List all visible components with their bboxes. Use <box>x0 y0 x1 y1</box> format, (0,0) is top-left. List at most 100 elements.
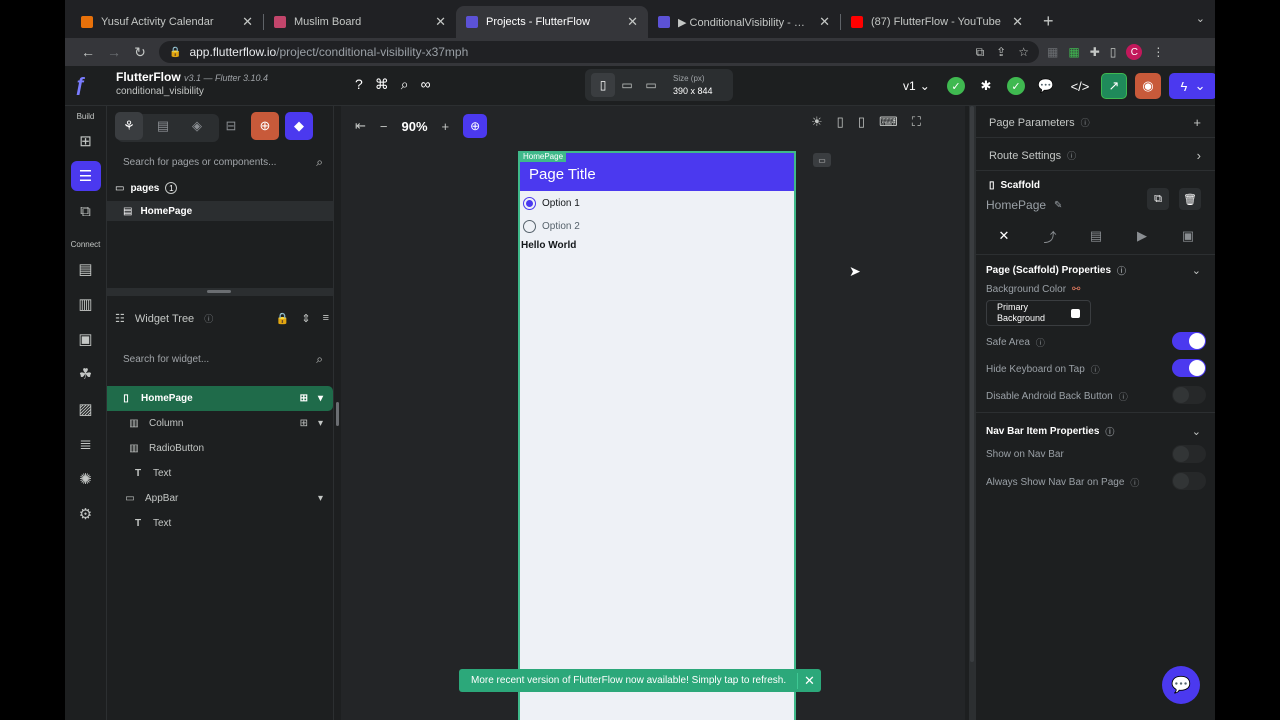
page-selector-icon[interactable]: ☰ <box>70 161 101 191</box>
close-icon[interactable]: ✕ <box>435 14 446 30</box>
chevron-down-icon[interactable]: ⌄ <box>1196 12 1205 25</box>
copy-icon[interactable]: ⧉ <box>1147 188 1169 210</box>
hello-text[interactable]: Hello World <box>520 240 794 251</box>
branch-select[interactable]: v1 ⌄ <box>903 79 939 93</box>
keyboard-icon[interactable]: ⌨ <box>879 114 898 130</box>
tree-node-text[interactable]: T Text <box>107 461 333 486</box>
widget-palette-icon[interactable]: ⊞ <box>71 126 101 156</box>
open-external-icon[interactable]: ⧉ <box>976 45 985 60</box>
page-title[interactable]: Page Title <box>529 166 596 183</box>
route-settings-row[interactable]: Route Settings ⓘ › <box>989 148 1201 163</box>
extension-icon[interactable]: ▦ <box>1047 45 1058 59</box>
actions-tab-icon[interactable]: ⤴ <box>1036 224 1064 248</box>
forward-icon[interactable]: → <box>101 44 127 60</box>
check-icon[interactable]: ✓ <box>947 77 965 95</box>
browser-tab[interactable]: (87) FlutterFlow - YouTube ✕ <box>841 6 1033 38</box>
always-nav-toggle[interactable] <box>1172 472 1206 490</box>
add-widget-icon[interactable]: ⊞ <box>300 393 308 404</box>
page-parameters-row[interactable]: Page Parameters ⓘ + <box>989 115 1201 130</box>
browser-tab[interactable]: ▶ ConditionalVisibility - Flutterflow ✕ <box>648 6 840 38</box>
bug-icon[interactable]: ✱ <box>973 73 999 99</box>
close-icon[interactable]: ✕ <box>242 14 253 30</box>
sidebar-icon[interactable]: ▯ <box>1110 45 1117 59</box>
close-icon[interactable]: ✕ <box>627 14 638 30</box>
close-icon[interactable]: ✕ <box>819 14 830 30</box>
edit-icon[interactable]: ✎ <box>1054 200 1062 211</box>
hide-keyboard-toggle[interactable] <box>1172 359 1206 377</box>
widget-search[interactable]: Search for widget... ⌕ <box>115 346 329 372</box>
device-size[interactable]: Size (px) 390 x 844 <box>673 73 713 97</box>
add-icon[interactable]: + <box>1193 115 1201 130</box>
zoom-in-icon[interactable]: + <box>442 119 450 134</box>
nav-bar-properties-header[interactable]: Nav Bar Item Properties ⓘ ⌄ <box>986 425 1201 438</box>
gem-icon[interactable]: ◆ <box>285 112 313 140</box>
share-icon[interactable]: ⇪ <box>996 45 1006 60</box>
variable-icon[interactable]: ⚯ <box>1072 284 1080 295</box>
gem-tab-icon[interactable]: ◈ <box>183 112 211 140</box>
components-tab-icon[interactable]: ▤ <box>149 112 177 140</box>
page-item-homepage[interactable]: ▤ HomePage <box>107 201 333 221</box>
folder-add-icon[interactable]: ⊟ <box>217 112 245 140</box>
puzzle-icon[interactable]: ✚ <box>1090 45 1100 59</box>
scaffold-properties-header[interactable]: Page (Scaffold) Properties ⓘ ⌄ <box>986 264 1201 277</box>
bg-color-picker[interactable]: Primary Background <box>986 300 1091 326</box>
phone-icon[interactable]: ▯ <box>591 73 615 97</box>
tablet-icon[interactable]: ▭ <box>615 73 639 97</box>
zoom-out-icon[interactable]: − <box>380 119 388 134</box>
tree-node-column[interactable]: ▥ Column ⊞ ▾ <box>107 411 333 436</box>
phone-icon[interactable]: ▯ <box>837 114 844 130</box>
search-icon[interactable]: ⌕ <box>401 76 409 93</box>
panel-splitter[interactable] <box>333 106 341 720</box>
expand-icon[interactable]: ⇕ <box>301 312 310 325</box>
radio-option-2[interactable]: Option 2 <box>520 215 794 238</box>
chat-bubble-icon[interactable]: 💬 <box>1033 73 1059 99</box>
info-icon[interactable]: ⓘ <box>1105 425 1114 438</box>
help-icon[interactable]: ? <box>355 76 363 93</box>
browser-tab[interactable]: Yusuf Activity Calendar ✕ <box>71 6 263 38</box>
info-icon[interactable]: ⓘ <box>1119 390 1128 403</box>
caret-down-icon[interactable]: ▾ <box>318 493 323 504</box>
back-icon[interactable]: ← <box>75 44 101 60</box>
sun-icon[interactable]: ☀ <box>811 114 823 130</box>
widget-search-input[interactable]: Search for widget... <box>123 354 209 365</box>
chevron-down-icon[interactable]: ⌄ <box>1192 264 1201 277</box>
check-icon[interactable]: ✓ <box>1007 77 1025 95</box>
media-icon[interactable]: ▨ <box>71 394 101 424</box>
safe-area-toggle[interactable] <box>1172 332 1206 350</box>
tree-node-radiobutton[interactable]: ▥ RadioButton <box>107 436 333 461</box>
show-nav-toggle[interactable] <box>1172 445 1206 463</box>
caret-down-icon[interactable]: ▾ <box>318 393 323 404</box>
pages-folder[interactable]: ▭ pages 1 <box>115 182 178 194</box>
pages-tab-icon[interactable]: ⚘ <box>115 112 143 140</box>
collapse-panel-icon[interactable]: ⇤ <box>355 118 366 134</box>
info-icon[interactable]: ⓘ <box>1117 264 1126 277</box>
search-input[interactable]: Search for pages or components... <box>123 157 276 168</box>
info-icon[interactable]: ⓘ <box>1091 363 1100 376</box>
tree-node-homepage[interactable]: ▯ HomePage ⊞ ▾ <box>107 386 333 411</box>
info-icon[interactable]: ⓘ <box>1036 336 1045 349</box>
zoom-level[interactable]: 90% <box>402 119 428 134</box>
chevron-right-icon[interactable]: › <box>1197 148 1201 163</box>
eye-icon[interactable]: ◉ <box>1135 73 1161 99</box>
address-bar[interactable]: 🔒 app.flutterflow.io/project/conditional… <box>159 41 1039 63</box>
caret-down-icon[interactable]: ▾ <box>318 418 323 429</box>
tree-toggle-icon[interactable]: ⛶ <box>912 114 921 130</box>
close-icon[interactable]: ✕ <box>797 672 821 689</box>
trash-icon[interactable]: 🗑 <box>1179 188 1201 210</box>
phone-preview[interactable]: HomePage Page Title Option 1 Option 2 He… <box>518 151 796 720</box>
support-chat-icon[interactable]: 💬 <box>1162 666 1200 704</box>
browser-tab[interactable]: Muslim Board ✕ <box>264 6 456 38</box>
storyboard-icon[interactable]: ⧉ <box>71 196 101 226</box>
animation-tab-icon[interactable]: ▶ <box>1128 224 1156 248</box>
sort-icon[interactable]: ≡ <box>323 312 329 325</box>
drag-handle[interactable] <box>336 402 339 426</box>
properties-tab-icon[interactable]: ✕ <box>990 224 1018 248</box>
database-icon[interactable]: ▤ <box>71 254 101 284</box>
run-button[interactable]: ϟ ⌄ <box>1169 73 1215 99</box>
panel-resize-handle[interactable] <box>107 288 333 296</box>
info-icon[interactable]: ⓘ <box>1130 476 1139 489</box>
device-frame-icon[interactable]: ▯ <box>858 114 865 130</box>
backend-query-tab-icon[interactable]: ▤ <box>1082 224 1110 248</box>
extension-icon[interactable]: ▦ <box>1068 45 1079 59</box>
close-icon[interactable]: ✕ <box>1012 14 1023 30</box>
